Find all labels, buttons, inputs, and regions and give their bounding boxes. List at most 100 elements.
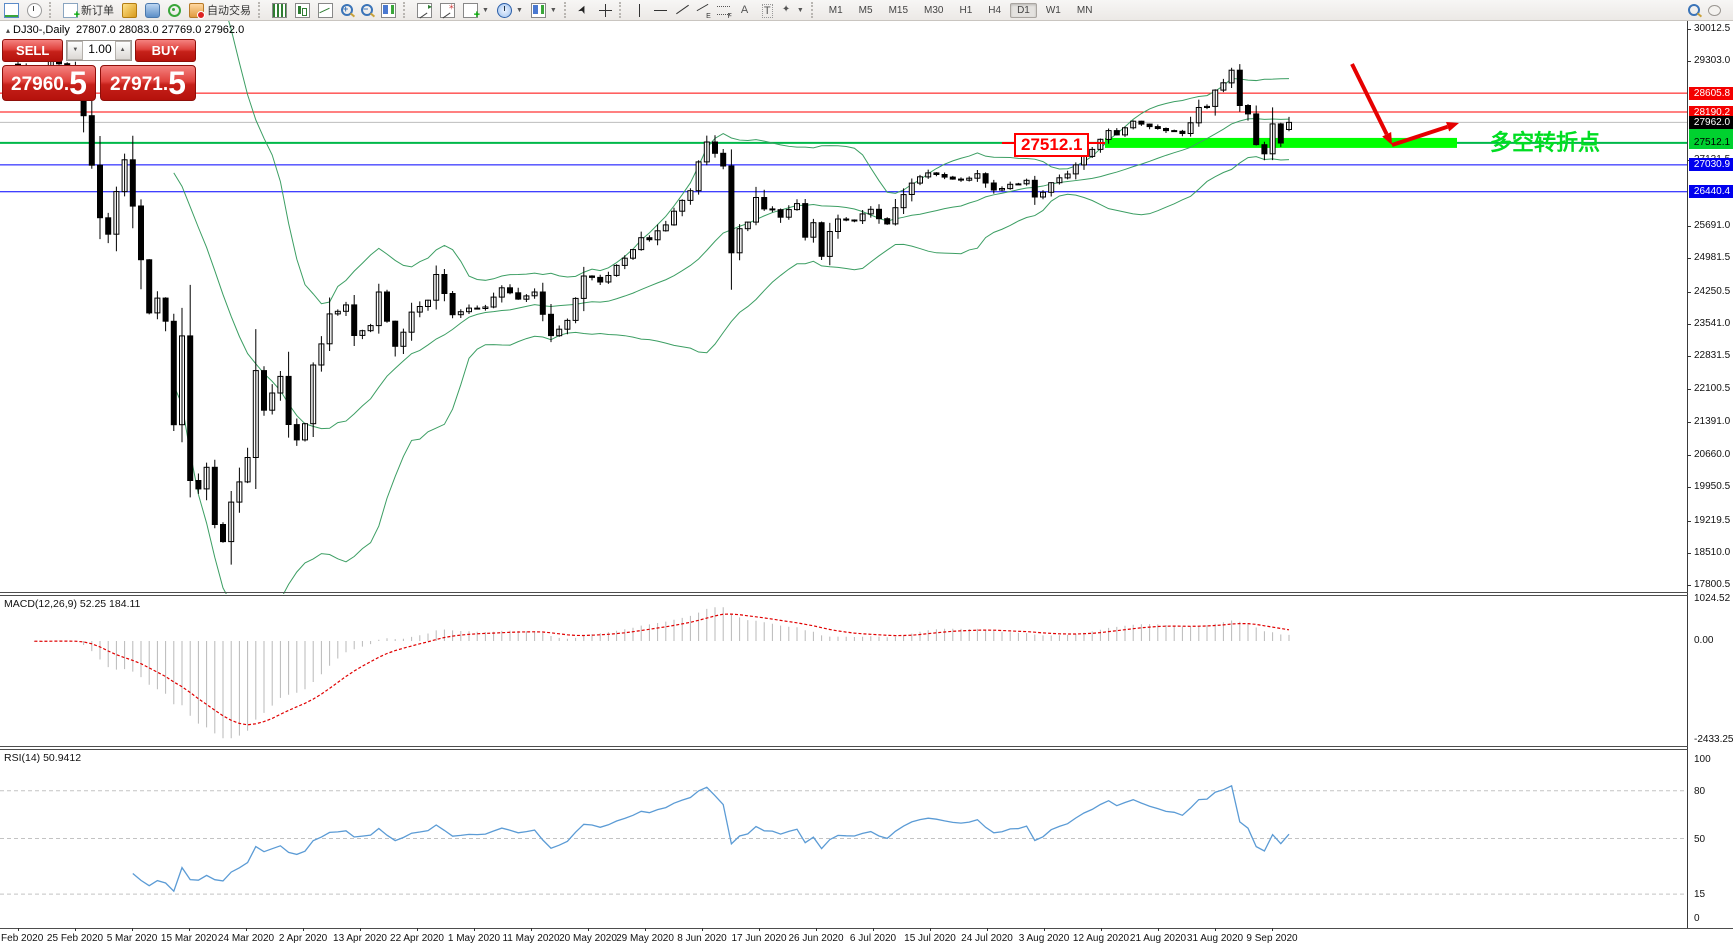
fibonacci-button[interactable] — [713, 1, 734, 20]
arrows-button[interactable]: ▼ — [776, 1, 808, 19]
buy-price-main: 27971 — [110, 74, 163, 95]
tile-windows-button[interactable] — [377, 1, 400, 19]
chart-area[interactable]: ▴ DJ30-,Daily 27807.0 28083.0 27769.0 279… — [0, 21, 1733, 947]
pane-divider[interactable] — [0, 746, 1688, 747]
vertical-line-button[interactable] — [629, 1, 650, 19]
zoom-in-button[interactable]: + — [337, 1, 357, 19]
pane-divider[interactable] — [0, 749, 1688, 750]
text-label-icon — [759, 3, 773, 18]
macd-axis-label: 1024.52 — [1694, 593, 1731, 605]
collapse-arrow-icon[interactable]: ▴ — [6, 26, 10, 35]
date-tick — [189, 928, 190, 931]
rsi-axis-label: 80 — [1694, 785, 1706, 797]
indicators-button[interactable]: ▼ — [459, 1, 493, 21]
date-label: 29 May 2020 — [616, 933, 674, 944]
text-label-button[interactable] — [755, 1, 776, 19]
timeframe-button-MN[interactable]: MN — [1070, 3, 1100, 18]
level-annotation-label[interactable]: 27512.1 — [1014, 133, 1090, 157]
macd-pane-canvas[interactable] — [0, 596, 1688, 746]
timeframe-button-M30[interactable]: M30 — [917, 3, 950, 18]
crosshair-button[interactable] — [595, 1, 616, 19]
date-label: 24 Jul 2020 — [961, 933, 1013, 944]
date-tick — [759, 928, 760, 931]
date-label: 3 Aug 2020 — [1018, 933, 1070, 944]
horizontal-line-button[interactable] — [650, 1, 671, 19]
date-label: 15 Mar 2020 — [160, 933, 218, 944]
timeframe-button-D1[interactable]: D1 — [1010, 2, 1037, 18]
text-button[interactable] — [734, 1, 755, 19]
volume-increase-button[interactable]: ▲ — [114, 41, 131, 60]
date-label: 15 Jul 2020 — [904, 933, 956, 944]
axis-tick — [1687, 455, 1691, 457]
timeframe-button-W1[interactable]: W1 — [1039, 3, 1068, 18]
date-tick — [1158, 928, 1159, 931]
chat-button[interactable] — [1704, 1, 1725, 19]
buy-button[interactable]: BUY — [134, 39, 196, 62]
zoom-in-icon: + — [341, 4, 353, 16]
bar-chart-button[interactable] — [268, 1, 291, 19]
price-chart-canvas[interactable] — [0, 21, 1688, 594]
price-tick-label: 24250.5 — [1694, 285, 1731, 297]
price-tick-label: 17800.5 — [1694, 579, 1731, 591]
sell-price-main: 27960 — [11, 74, 64, 95]
market-icon — [122, 2, 137, 18]
timeframe-button-H1[interactable]: H1 — [952, 3, 979, 18]
level-annotation-stub — [1002, 141, 1014, 144]
timeframe-button-H4[interactable]: H4 — [981, 3, 1008, 18]
rsi-axis-label: 15 — [1694, 889, 1706, 901]
chart-shift-button[interactable] — [436, 1, 459, 19]
macd-label: MACD(12,26,9) 52.25 184.11 — [4, 598, 141, 610]
macd-axis-label: -2433.25 — [1694, 734, 1733, 746]
rsi-axis-label: 100 — [1694, 754, 1711, 765]
candlestick-button[interactable] — [291, 1, 314, 19]
profiles-button[interactable] — [23, 1, 46, 19]
axis-tick — [1687, 356, 1691, 358]
toolbar-separator — [49, 2, 56, 18]
date-label: 12 Aug 2020 — [1072, 933, 1130, 944]
zoom-out-button[interactable]: − — [357, 1, 377, 19]
arrows-icon — [780, 4, 793, 17]
new-order-icon — [63, 2, 80, 21]
buy-price-tile[interactable]: 27971. 5 — [100, 65, 196, 101]
sell-button[interactable]: SELL — [2, 39, 64, 62]
price-tick-label: 22831.5 — [1694, 350, 1731, 362]
text-icon — [738, 4, 751, 17]
community-button[interactable] — [141, 1, 164, 19]
sell-price-tile[interactable]: 27960. 5 — [2, 65, 96, 101]
auto-trading-button[interactable]: 自动交易 — [185, 1, 255, 19]
channel-button[interactable] — [692, 1, 713, 20]
candlestick-icon — [295, 2, 310, 18]
date-tick — [588, 928, 589, 931]
rsi-pane-canvas[interactable] — [0, 749, 1688, 928]
search-button[interactable] — [1684, 1, 1704, 19]
cursor-button[interactable] — [574, 1, 595, 19]
date-label: 17 Jun 2020 — [731, 933, 787, 944]
signals-button[interactable] — [164, 1, 185, 19]
price-badge-26440.4: 26440.4 — [1689, 185, 1733, 199]
pane-divider[interactable] — [0, 595, 1688, 596]
volume-input[interactable]: 1.00 — [83, 41, 114, 60]
toolbar-separator — [563, 2, 571, 18]
date-label: 13 Apr 2020 — [333, 933, 387, 944]
date-label: 22 Apr 2020 — [390, 933, 444, 944]
timeframe-button-M15[interactable]: M15 — [882, 3, 915, 18]
new-order-button[interactable]: 新订单 — [59, 1, 118, 21]
community-icon — [145, 2, 160, 18]
line-chart-button[interactable] — [314, 1, 337, 19]
periods-button[interactable]: ▼ — [493, 1, 527, 19]
date-label: 31 Aug 2020 — [1186, 933, 1244, 944]
vertical-line-icon — [633, 3, 646, 17]
buy-price-pip: 5 — [168, 65, 186, 101]
new-chart-button[interactable] — [0, 1, 23, 19]
auto-scroll-button[interactable] — [413, 1, 436, 19]
pane-divider[interactable] — [0, 592, 1688, 593]
trendline-button[interactable] — [671, 1, 692, 19]
templates-button[interactable]: ▼ — [527, 1, 561, 19]
mql5-market-button[interactable] — [118, 1, 141, 19]
volume-decrease-button[interactable]: ▼ — [67, 41, 84, 60]
cn-annotation-text[interactable]: 多空转折点 — [1490, 125, 1600, 157]
timeframe-button-M5[interactable]: M5 — [852, 3, 880, 18]
price-tick-label: 18510.0 — [1694, 547, 1731, 559]
timeframe-button-M1[interactable]: M1 — [822, 3, 850, 18]
price-tick-label: 22100.5 — [1694, 383, 1731, 395]
